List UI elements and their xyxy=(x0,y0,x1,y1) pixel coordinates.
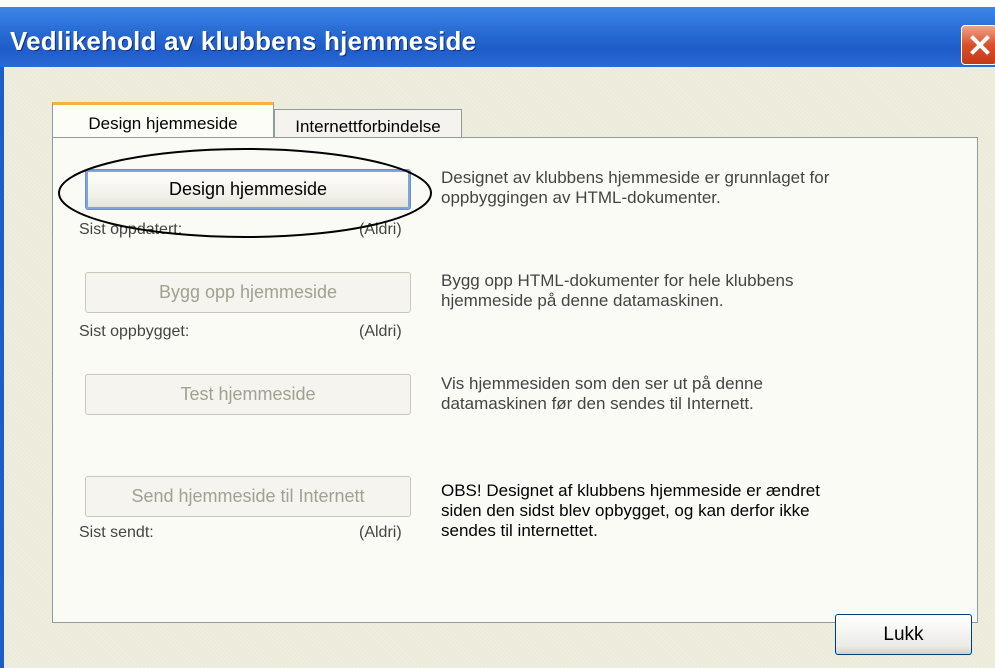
last-sent-label: Sist sendt: xyxy=(79,524,154,541)
design-description: Designet av klubbens hjemmeside er grunn… xyxy=(441,168,951,208)
send-warning-line-3: sendes til internettet. xyxy=(441,521,598,540)
tab-panel: Design hjemmeside Sist oppdatert: (Aldri… xyxy=(52,137,978,623)
design-description-line-2: oppbyggingen av HTML-dokumenter. xyxy=(441,188,721,207)
test-description-line-1: Vis hjemmesiden som den ser ut på denne xyxy=(441,374,763,393)
bygg-hjemmeside-button[interactable]: Bygg opp hjemmeside xyxy=(85,272,411,313)
bygg-description-line-2: hjemmeside på denne datamaskinen. xyxy=(441,291,724,310)
last-sent-value: (Aldri) xyxy=(359,524,402,541)
close-icon[interactable] xyxy=(961,25,995,65)
send-hjemmeside-button[interactable]: Send hjemmeside til Internett xyxy=(85,476,411,517)
last-built-label: Sist oppbygget: xyxy=(79,323,190,340)
send-warning: OBS! Designet af klubbens hjemmeside er … xyxy=(441,481,951,541)
test-description-line-2: datamaskinen før den sendes til Internet… xyxy=(441,394,754,413)
test-description: Vis hjemmesiden som den ser ut på denne … xyxy=(441,374,951,414)
last-built-value: (Aldri) xyxy=(359,323,402,340)
lukk-button[interactable]: Lukk xyxy=(835,614,972,655)
tab-design-hjemmeside[interactable]: Design hjemmeside xyxy=(52,102,274,138)
design-hjemmeside-button[interactable]: Design hjemmeside xyxy=(85,169,411,210)
send-warning-line-1: OBS! Designet af klubbens hjemmeside er … xyxy=(441,481,820,500)
window-title: Vedlikehold av klubbens hjemmeside xyxy=(10,26,477,56)
send-warning-line-2: siden den sidst blev opbygget, og kan de… xyxy=(441,501,810,520)
title-bar[interactable]: Vedlikehold av klubbens hjemmeside xyxy=(0,7,995,67)
bygg-description: Bygg opp HTML-dokumenter for hele klubbe… xyxy=(441,271,951,311)
dialog-body: Design hjemmeside Internettforbindelse D… xyxy=(4,67,995,668)
design-description-line-1: Designet av klubbens hjemmeside er grunn… xyxy=(441,168,830,187)
dialog-window: Vedlikehold av klubbens hjemmeside Desig… xyxy=(0,0,995,668)
last-updated-label: Sist oppdatert: xyxy=(79,221,183,238)
last-updated-value: (Aldri) xyxy=(359,221,402,238)
bygg-description-line-1: Bygg opp HTML-dokumenter for hele klubbe… xyxy=(441,271,794,290)
test-hjemmeside-button[interactable]: Test hjemmeside xyxy=(85,374,411,415)
